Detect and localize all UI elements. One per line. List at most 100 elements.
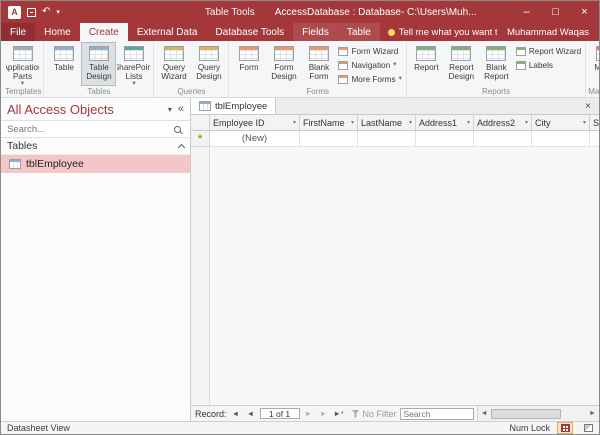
first-record-button[interactable]: ◄ <box>230 409 242 418</box>
column-dropdown-icon[interactable]: ▾ <box>525 119 528 126</box>
nav-search-input[interactable] <box>7 124 174 135</box>
minimize-button[interactable]: – <box>512 1 541 23</box>
ribbon-group-forms: Form Form Design Blank Form Form Wizard <box>228 41 405 97</box>
nav-item-tblemployee[interactable]: tblEmployee <box>1 155 190 173</box>
tell-me-label: Tell me what you want to do... <box>399 27 497 38</box>
navigation-pane: All Access Objects ▾ « Tables tblEmploye… <box>1 98 191 421</box>
blank-report-button[interactable]: Blank Report <box>479 42 514 86</box>
table-cell[interactable] <box>590 131 599 147</box>
account-name[interactable]: Muhammad Waqas <box>497 23 599 41</box>
tab-home[interactable]: Home <box>35 23 80 41</box>
datasheet-view-button[interactable] <box>557 422 573 434</box>
column-header-city[interactable]: City ▾ <box>532 115 590 131</box>
table-cell[interactable] <box>300 131 358 147</box>
more-forms-button[interactable]: More Forms ▾ <box>336 73 403 86</box>
column-dropdown-icon[interactable]: ▾ <box>583 119 586 126</box>
table-design-button[interactable]: Table Design <box>81 42 116 86</box>
horizontal-scrollbar[interactable]: ◄ ► <box>477 406 599 421</box>
table-icon <box>9 159 21 169</box>
tab-external-data[interactable]: External Data <box>128 23 207 41</box>
scrollbar-thumb[interactable] <box>491 409 561 419</box>
new-record-button[interactable]: ►* <box>333 409 345 418</box>
save-icon[interactable] <box>27 8 36 17</box>
query-wizard-icon <box>164 46 184 61</box>
undo-icon[interactable]: ↶ <box>42 7 50 17</box>
status-bar: Datasheet View Num Lock <box>1 421 599 434</box>
query-design-icon <box>199 46 219 61</box>
select-all-cell[interactable] <box>191 115 210 131</box>
table-cell[interactable] <box>474 131 532 147</box>
query-wizard-button[interactable]: Query Wizard <box>156 42 191 86</box>
design-view-button[interactable] <box>580 422 596 434</box>
column-header-state[interactable]: St ▾ <box>590 115 599 131</box>
nav-section-tables[interactable]: Tables <box>1 138 190 155</box>
report-wizard-button[interactable]: Report Wizard <box>514 45 583 58</box>
navigation-button[interactable]: Navigation ▾ <box>336 59 403 72</box>
sharepoint-lists-button[interactable]: SharePoint Lists ▾ <box>116 42 151 86</box>
last-record-button[interactable]: ► <box>318 409 330 418</box>
maximize-button[interactable]: □ <box>541 1 570 23</box>
tab-file[interactable]: File <box>1 23 35 41</box>
scroll-right-icon[interactable]: ► <box>586 410 599 417</box>
next-record-button[interactable]: ► <box>303 409 315 418</box>
ribbon-group-queries: Query Wizard Query Design Queries <box>153 41 228 97</box>
column-dropdown-icon[interactable]: ▾ <box>409 119 412 126</box>
column-header-lastname[interactable]: LastName ▾ <box>358 115 416 131</box>
document-close-icon[interactable]: × <box>577 101 599 112</box>
nav-menu-caret-icon[interactable]: ▾ <box>168 105 172 114</box>
button-label: Form Wizard <box>351 47 398 56</box>
labels-button[interactable]: Labels <box>514 59 583 72</box>
table-cell[interactable] <box>416 131 474 147</box>
group-label-reports: Reports <box>409 86 583 98</box>
blank-form-button[interactable]: Blank Form <box>301 42 336 86</box>
button-label: Form <box>239 63 258 72</box>
table-cell[interactable] <box>532 131 590 147</box>
group-label-forms: Forms <box>231 86 403 98</box>
tab-database-tools[interactable]: Database Tools <box>206 23 293 41</box>
column-header-address2[interactable]: Address2 ▾ <box>474 115 532 131</box>
tell-me-box[interactable]: Tell me what you want to do... <box>380 23 497 41</box>
access-app-icon[interactable]: A <box>8 6 21 19</box>
column-header-label: LastName <box>361 118 402 128</box>
new-record-id-cell[interactable]: (New) <box>210 131 300 147</box>
tab-fields[interactable]: Fields <box>293 23 338 41</box>
scroll-left-icon[interactable]: ◄ <box>478 410 491 417</box>
ribbon-group-reports: Report Report Design Blank Report Report… <box>406 41 585 97</box>
column-header-firstname[interactable]: FirstName ▾ <box>300 115 358 131</box>
table-button[interactable]: Table <box>46 42 81 86</box>
previous-record-button[interactable]: ◄ <box>245 409 257 418</box>
button-label: Query Wizard <box>157 63 190 81</box>
shutter-close-icon[interactable]: « <box>178 104 184 115</box>
form-button[interactable]: Form <box>231 42 266 86</box>
chevron-up-icon <box>178 143 185 150</box>
form-wizard-button[interactable]: Form Wizard <box>336 45 403 58</box>
macro-button[interactable]: Macro <box>588 42 599 86</box>
report-button[interactable]: Report <box>409 42 444 86</box>
design-view-icon <box>584 424 593 432</box>
column-header-employee-id[interactable]: Employee ID ▾ <box>210 115 300 131</box>
query-design-button[interactable]: Query Design <box>191 42 226 86</box>
button-label: Labels <box>529 61 553 70</box>
no-filter-indicator[interactable]: No Filter <box>363 409 397 419</box>
report-icon <box>416 46 436 61</box>
qat-customize-caret-icon[interactable]: ▾ <box>56 8 60 16</box>
report-design-button[interactable]: Report Design <box>444 42 479 86</box>
table-cell[interactable] <box>358 131 416 147</box>
button-label: Table <box>54 63 74 72</box>
form-design-button[interactable]: Form Design <box>266 42 301 86</box>
close-button[interactable]: × <box>570 1 599 23</box>
record-position-box[interactable]: 1 of 1 <box>260 408 300 419</box>
record-label: Record: <box>195 409 227 419</box>
application-parts-button[interactable]: Application Parts ▾ <box>5 42 40 86</box>
record-search-input[interactable] <box>400 408 474 420</box>
new-record-selector[interactable]: * <box>191 131 210 147</box>
document-tab-tblemployee[interactable]: tblEmployee <box>191 98 276 114</box>
column-dropdown-icon[interactable]: ▾ <box>293 119 296 126</box>
button-label: Report <box>414 63 439 72</box>
column-header-address1[interactable]: Address1 ▾ <box>416 115 474 131</box>
button-label: More Forms <box>351 75 395 84</box>
tab-table[interactable]: Table <box>338 23 380 41</box>
column-dropdown-icon[interactable]: ▾ <box>467 119 470 126</box>
column-dropdown-icon[interactable]: ▾ <box>351 119 354 126</box>
tab-create[interactable]: Create <box>80 23 128 41</box>
